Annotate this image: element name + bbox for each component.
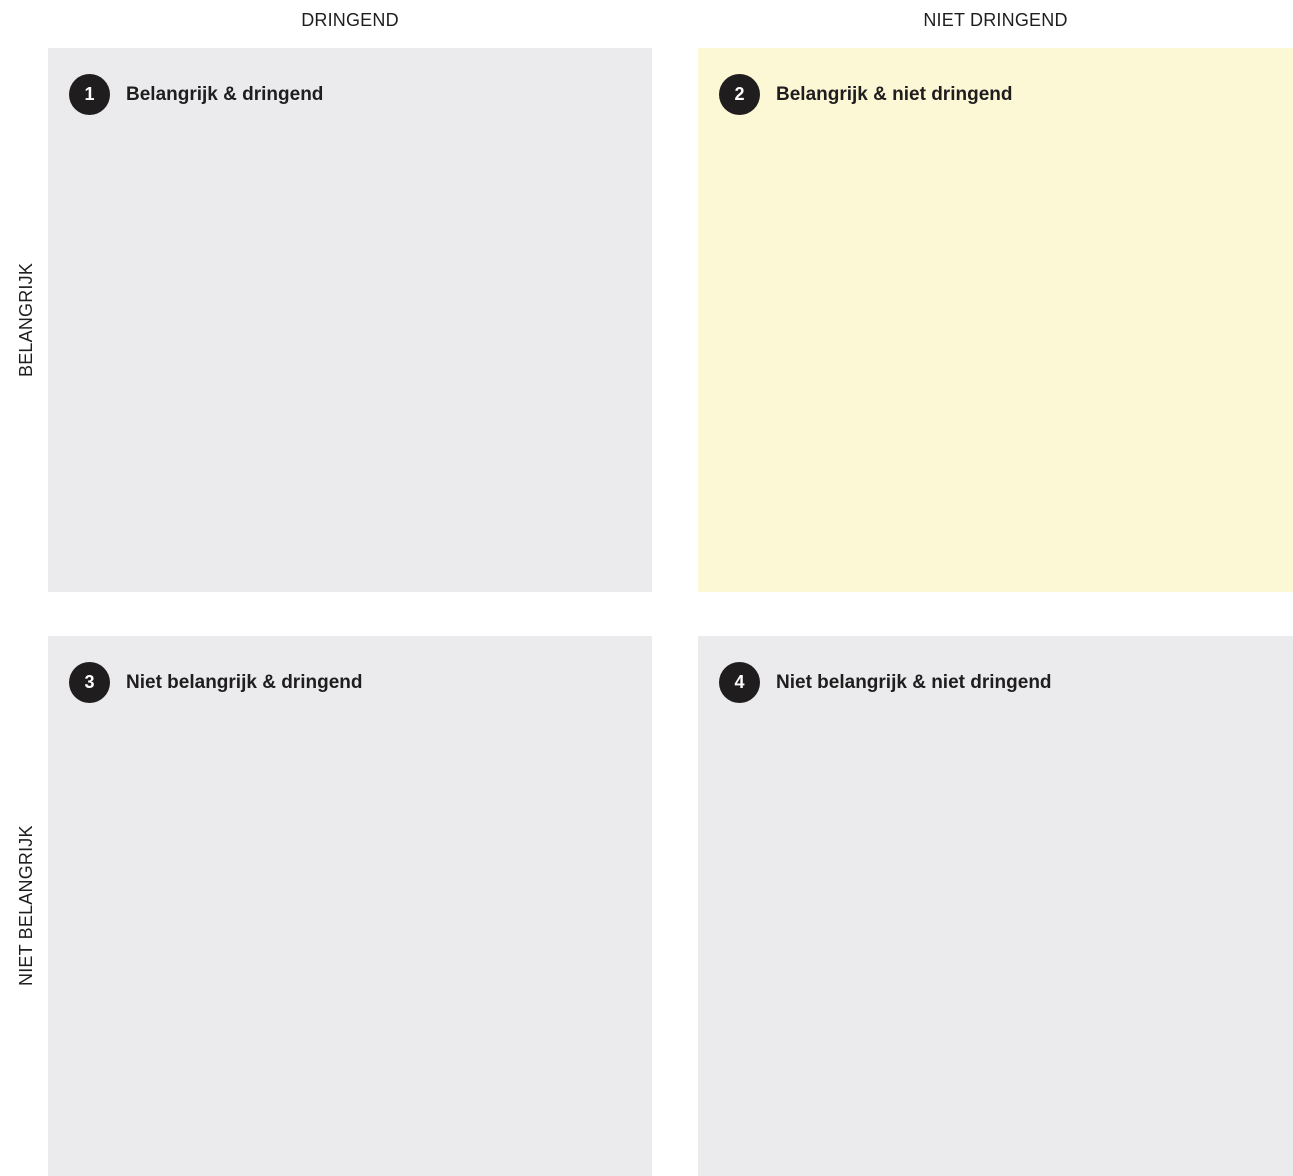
quadrant-number-badge: 4 [719, 662, 760, 703]
quadrant-number-badge: 3 [69, 662, 110, 703]
quadrant-number-badge: 2 [719, 74, 760, 115]
column-header-urgent: DRINGEND [301, 10, 399, 30]
row-header-not-important-label: NIET BELANGRIJK [16, 825, 36, 987]
quadrant-number-badge: 1 [69, 74, 110, 115]
quadrant-important-urgent: 1 Belangrijk & dringend [48, 48, 652, 592]
row-header-important-label: BELANGRIJK [16, 262, 36, 378]
row-header-important: BELANGRIJK [14, 48, 38, 592]
quadrant-header: 1 Belangrijk & dringend [69, 74, 323, 115]
quadrant-important-not-urgent: 2 Belangrijk & niet dringend [698, 48, 1293, 592]
quadrant-title: Belangrijk & dringend [126, 83, 324, 105]
quadrant-title: Niet belangrijk & dringend [126, 671, 363, 693]
quadrant-header: 2 Belangrijk & niet dringend [719, 74, 1012, 115]
row-header-not-important: NIET BELANGRIJK [14, 636, 38, 1176]
column-header-not-urgent: NIET DRINGEND [923, 10, 1068, 30]
quadrant-title: Belangrijk & niet dringend [776, 83, 1013, 105]
quadrant-header: 4 Niet belangrijk & niet dringend [719, 662, 1052, 703]
quadrant-title: Niet belangrijk & niet dringend [776, 671, 1052, 693]
quadrant-not-important-urgent: 3 Niet belangrijk & dringend [48, 636, 652, 1176]
quadrant-not-important-not-urgent: 4 Niet belangrijk & niet dringend [698, 636, 1293, 1176]
quadrant-header: 3 Niet belangrijk & dringend [69, 662, 362, 703]
